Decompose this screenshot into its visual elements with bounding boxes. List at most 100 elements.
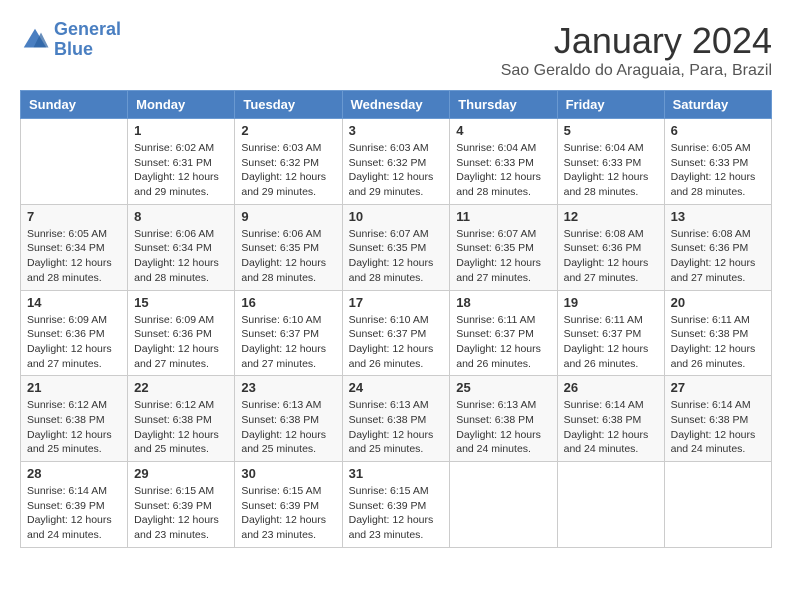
day-info: Sunrise: 6:14 AM Sunset: 6:38 PM Dayligh… [564,398,658,457]
day-number: 25 [456,380,550,395]
calendar-cell: 19 Sunrise: 6:11 AM Sunset: 6:37 PM Dayli… [557,290,664,376]
calendar-cell [450,462,557,548]
weekday-header-tuesday: Tuesday [235,91,342,119]
day-number: 27 [671,380,765,395]
day-number: 29 [134,466,228,481]
calendar-cell: 25 Sunrise: 6:13 AM Sunset: 6:38 PM Dayli… [450,376,557,462]
day-number: 19 [564,295,658,310]
calendar-body: 1 Sunrise: 6:02 AM Sunset: 6:31 PM Daylig… [21,119,772,548]
day-number: 22 [134,380,228,395]
day-info: Sunrise: 6:04 AM Sunset: 6:33 PM Dayligh… [564,141,658,200]
day-number: 1 [134,123,228,138]
calendar-cell: 30Sunrise: 6:15 AM Sunset: 6:39 PM Dayli… [235,462,342,548]
calendar-cell: 3 Sunrise: 6:03 AM Sunset: 6:32 PM Daylig… [342,119,450,205]
day-info: Sunrise: 6:10 AM Sunset: 6:37 PM Dayligh… [349,313,444,372]
calendar-cell: 18 Sunrise: 6:11 AM Sunset: 6:37 PM Dayli… [450,290,557,376]
calendar-cell: 28 Sunrise: 6:14 AM Sunset: 6:39 PM Dayli… [21,462,128,548]
day-number: 2 [241,123,335,138]
day-info: Sunrise: 6:07 AM Sunset: 6:35 PM Dayligh… [456,227,550,286]
logo-text: General Blue [54,20,121,60]
day-info: Sunrise: 6:15 AM Sunset: 6:39 PM Dayligh… [349,484,444,543]
calendar-cell: 5Sunrise: 6:04 AM Sunset: 6:33 PM Daylig… [557,119,664,205]
calendar-cell: 13Sunrise: 6:08 AM Sunset: 6:36 PM Dayli… [664,204,771,290]
day-number: 28 [27,466,121,481]
day-number: 23 [241,380,335,395]
day-number: 4 [456,123,550,138]
day-number: 18 [456,295,550,310]
calendar-cell: 14 Sunrise: 6:09 AM Sunset: 6:36 PM Dayli… [21,290,128,376]
day-number: 24 [349,380,444,395]
day-info: Sunrise: 6:13 AM Sunset: 6:38 PM Dayligh… [349,398,444,457]
calendar-cell: 26 Sunrise: 6:14 AM Sunset: 6:38 PM Dayli… [557,376,664,462]
day-info: Sunrise: 6:05 AM Sunset: 6:33 PM Dayligh… [671,141,765,200]
logo-line1: General [54,19,121,39]
day-number: 21 [27,380,121,395]
calendar-cell: 16Sunrise: 6:10 AM Sunset: 6:37 PM Dayli… [235,290,342,376]
day-info: Sunrise: 6:02 AM Sunset: 6:31 PM Dayligh… [134,141,228,200]
calendar-cell: 21 Sunrise: 6:12 AM Sunset: 6:38 PM Dayli… [21,376,128,462]
day-number: 6 [671,123,765,138]
day-number: 26 [564,380,658,395]
day-number: 12 [564,209,658,224]
calendar-cell: 10 Sunrise: 6:07 AM Sunset: 6:35 PM Dayli… [342,204,450,290]
weekday-header-monday: Monday [128,91,235,119]
day-info: Sunrise: 6:06 AM Sunset: 6:34 PM Dayligh… [134,227,228,286]
calendar-cell: 15 Sunrise: 6:09 AM Sunset: 6:36 PM Dayli… [128,290,235,376]
day-number: 14 [27,295,121,310]
calendar-cell: 20Sunrise: 6:11 AM Sunset: 6:38 PM Dayli… [664,290,771,376]
logo-line2: Blue [54,39,93,59]
calendar-week-2: 7 Sunrise: 6:05 AM Sunset: 6:34 PM Daylig… [21,204,772,290]
calendar-cell: 24 Sunrise: 6:13 AM Sunset: 6:38 PM Dayli… [342,376,450,462]
day-info: Sunrise: 6:08 AM Sunset: 6:36 PM Dayligh… [564,227,658,286]
day-number: 8 [134,209,228,224]
day-info: Sunrise: 6:11 AM Sunset: 6:37 PM Dayligh… [456,313,550,372]
header: General Blue January 2024 Sao Geraldo do… [20,20,772,80]
location-title: Sao Geraldo do Araguaia, Para, Brazil [501,62,772,80]
day-info: Sunrise: 6:09 AM Sunset: 6:36 PM Dayligh… [134,313,228,372]
day-info: Sunrise: 6:14 AM Sunset: 6:39 PM Dayligh… [27,484,121,543]
calendar-cell [21,119,128,205]
calendar-cell: 6 Sunrise: 6:05 AM Sunset: 6:33 PM Daylig… [664,119,771,205]
weekday-header-wednesday: Wednesday [342,91,450,119]
day-number: 30 [241,466,335,481]
calendar-week-3: 14 Sunrise: 6:09 AM Sunset: 6:36 PM Dayli… [21,290,772,376]
calendar-cell: 31Sunrise: 6:15 AM Sunset: 6:39 PM Dayli… [342,462,450,548]
day-info: Sunrise: 6:15 AM Sunset: 6:39 PM Dayligh… [134,484,228,543]
day-info: Sunrise: 6:03 AM Sunset: 6:32 PM Dayligh… [241,141,335,200]
day-info: Sunrise: 6:07 AM Sunset: 6:35 PM Dayligh… [349,227,444,286]
day-info: Sunrise: 6:03 AM Sunset: 6:32 PM Dayligh… [349,141,444,200]
weekday-header-friday: Friday [557,91,664,119]
day-number: 15 [134,295,228,310]
day-number: 20 [671,295,765,310]
day-number: 17 [349,295,444,310]
calendar-cell: 2 Sunrise: 6:03 AM Sunset: 6:32 PM Daylig… [235,119,342,205]
day-info: Sunrise: 6:13 AM Sunset: 6:38 PM Dayligh… [241,398,335,457]
day-info: Sunrise: 6:14 AM Sunset: 6:38 PM Dayligh… [671,398,765,457]
calendar-cell [664,462,771,548]
day-info: Sunrise: 6:12 AM Sunset: 6:38 PM Dayligh… [27,398,121,457]
weekday-header-row: SundayMondayTuesdayWednesdayThursdayFrid… [21,91,772,119]
calendar-cell: 7 Sunrise: 6:05 AM Sunset: 6:34 PM Daylig… [21,204,128,290]
calendar-cell: 27 Sunrise: 6:14 AM Sunset: 6:38 PM Dayli… [664,376,771,462]
day-info: Sunrise: 6:09 AM Sunset: 6:36 PM Dayligh… [27,313,121,372]
day-number: 10 [349,209,444,224]
calendar-cell: 8 Sunrise: 6:06 AM Sunset: 6:34 PM Daylig… [128,204,235,290]
day-info: Sunrise: 6:10 AM Sunset: 6:37 PM Dayligh… [241,313,335,372]
day-info: Sunrise: 6:13 AM Sunset: 6:38 PM Dayligh… [456,398,550,457]
weekday-header-saturday: Saturday [664,91,771,119]
day-number: 11 [456,209,550,224]
calendar-cell: 1 Sunrise: 6:02 AM Sunset: 6:31 PM Daylig… [128,119,235,205]
day-info: Sunrise: 6:11 AM Sunset: 6:37 PM Dayligh… [564,313,658,372]
day-info: Sunrise: 6:06 AM Sunset: 6:35 PM Dayligh… [241,227,335,286]
calendar-cell: 4Sunrise: 6:04 AM Sunset: 6:33 PM Daylig… [450,119,557,205]
day-number: 3 [349,123,444,138]
weekday-header-sunday: Sunday [21,91,128,119]
day-info: Sunrise: 6:05 AM Sunset: 6:34 PM Dayligh… [27,227,121,286]
calendar-week-1: 1 Sunrise: 6:02 AM Sunset: 6:31 PM Daylig… [21,119,772,205]
calendar-cell: 9Sunrise: 6:06 AM Sunset: 6:35 PM Daylig… [235,204,342,290]
title-area: January 2024 Sao Geraldo do Araguaia, Pa… [501,20,772,80]
calendar-cell: 12 Sunrise: 6:08 AM Sunset: 6:36 PM Dayli… [557,204,664,290]
month-title: January 2024 [501,20,772,62]
calendar-cell: 11 Sunrise: 6:07 AM Sunset: 6:35 PM Dayli… [450,204,557,290]
day-number: 7 [27,209,121,224]
